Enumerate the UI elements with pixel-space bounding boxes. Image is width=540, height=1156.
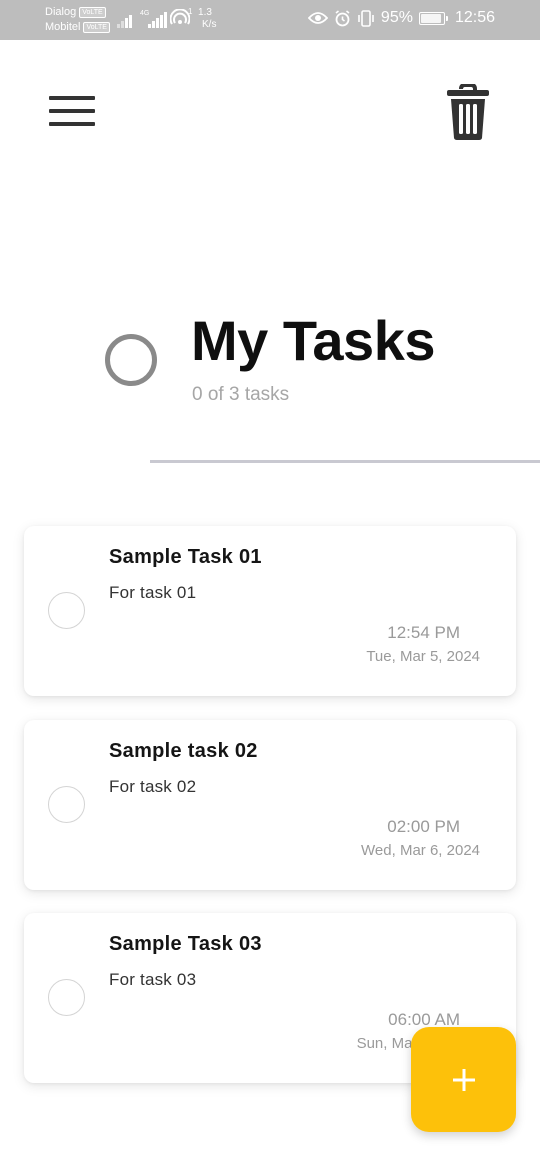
signal-icon (117, 10, 132, 28)
eye-icon (307, 12, 328, 24)
task-count: 0 of 3 tasks (192, 384, 290, 405)
alarm-icon (335, 9, 350, 26)
battery-icon (418, 11, 448, 25)
status-bar: Dialog VoLTE Mobitel VoLTE 4G 1 1.3 K/s 95… (0, 0, 540, 40)
battery-percent: 95% (380, 9, 413, 26)
speed-unit: K/s (202, 19, 217, 30)
plus-icon (452, 1068, 475, 1091)
task-time: 12:54 PM (387, 623, 460, 642)
task-description: For task 03 (109, 970, 197, 989)
task-date: Wed, Mar 6, 2024 (361, 842, 480, 859)
clock: 12:56 (454, 9, 495, 26)
task-card[interactable]: Sample task 02 For task 02 02:00 PM Wed,… (24, 720, 516, 890)
task-description: For task 01 (109, 583, 197, 602)
task-card[interactable]: Sample Task 01 For task 01 12:54 PM Tue,… (24, 526, 516, 696)
hotspot-icon (170, 9, 190, 25)
task-title: Sample Task 01 (109, 546, 262, 568)
add-task-button[interactable] (411, 1027, 516, 1132)
signal-icon (148, 10, 167, 28)
task-title: Sample Task 03 (109, 933, 262, 955)
network-speed: 1 1.3 K/s (188, 7, 216, 31)
page-title: My Tasks (191, 309, 435, 372)
task-checkbox[interactable] (48, 786, 85, 823)
vibrate-icon (358, 9, 374, 27)
carrier-1: Dialog (45, 6, 77, 18)
task-description: For task 02 (109, 777, 197, 796)
task-time: 02:00 PM (387, 817, 460, 836)
carrier-2: Mobitel (45, 21, 81, 33)
progress-ring (105, 334, 157, 386)
task-title: Sample task 02 (109, 740, 258, 762)
task-date: Tue, Mar 5, 2024 (366, 648, 480, 665)
trash-icon[interactable] (444, 84, 492, 144)
carrier-info: Dialog VoLTE Mobitel VoLTE (45, 5, 110, 35)
volte-badge: VoLTE (83, 22, 110, 33)
task-checkbox[interactable] (48, 979, 85, 1016)
volte-badge: VoLTE (79, 7, 106, 18)
speed-sup: 1 (188, 7, 193, 16)
hamburger-menu-icon[interactable] (48, 96, 96, 130)
divider (150, 460, 540, 463)
task-checkbox[interactable] (48, 592, 85, 629)
speed-value: 1.3 (198, 7, 212, 18)
battery-fill (420, 13, 441, 23)
